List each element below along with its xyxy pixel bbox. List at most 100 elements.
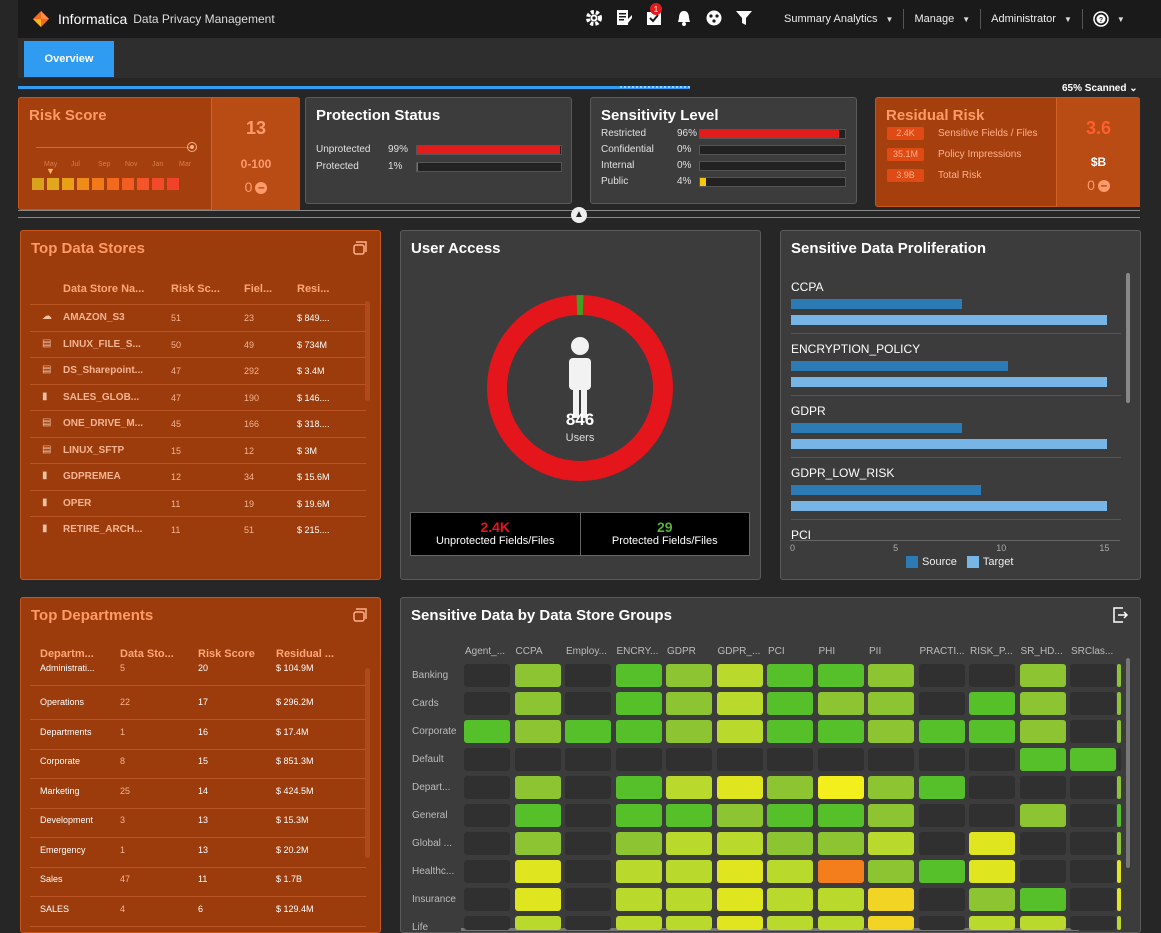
column-header[interactable]: Resi... <box>297 283 329 295</box>
heatmap-cell[interactable] <box>464 748 510 771</box>
heatmap-cell[interactable] <box>969 720 1015 743</box>
heatmap-cell[interactable] <box>565 692 611 715</box>
sensitivity-bar[interactable] <box>699 145 846 155</box>
heatmap-cell[interactable] <box>868 776 914 799</box>
heatmap-cell[interactable] <box>1070 720 1116 743</box>
department-name[interactable]: SALES <box>40 904 69 914</box>
heatmap-cell[interactable] <box>464 804 510 827</box>
heatmap-cell[interactable] <box>868 888 914 911</box>
heatmap-cell[interactable] <box>716 720 763 743</box>
heatmap-row-label[interactable]: Life <box>412 922 428 933</box>
heatmap-cell[interactable] <box>969 832 1015 855</box>
heatmap-cell[interactable] <box>565 804 611 827</box>
heatmap-cell[interactable] <box>918 860 965 883</box>
data-store-name[interactable]: OPER <box>63 498 91 509</box>
heatmap-column-label[interactable]: CCPA <box>516 646 543 657</box>
heatmap-row-label[interactable]: Global ... <box>412 838 452 849</box>
heatmap-cell[interactable] <box>464 720 510 743</box>
heatmap-cell[interactable] <box>1070 860 1116 883</box>
heatmap-cell[interactable] <box>565 664 611 687</box>
risk-history-square[interactable] <box>122 178 134 190</box>
department-name[interactable]: Departments <box>40 727 92 737</box>
heatmap-cell[interactable] <box>1070 776 1116 799</box>
risk-history-square[interactable] <box>167 178 179 190</box>
heatmap-cell[interactable] <box>666 776 712 799</box>
heatmap-cell[interactable] <box>868 804 914 827</box>
heatmap-cell[interactable] <box>969 916 1015 930</box>
heatmap-cell[interactable] <box>514 804 561 827</box>
source-bar[interactable] <box>791 485 981 495</box>
data-store-name[interactable]: AMAZON_S3 <box>63 312 125 323</box>
help-menu[interactable]: ? ▼ <box>1083 11 1135 27</box>
heatmap-cell[interactable] <box>767 888 813 911</box>
heatmap-column-label[interactable]: PRACTI... <box>920 646 965 657</box>
heatmap-cell[interactable] <box>716 692 763 715</box>
heatmap-cell[interactable] <box>666 748 712 771</box>
heatmap-column-label[interactable]: RISK_P... <box>970 646 1013 657</box>
heatmap-cell[interactable] <box>565 748 611 771</box>
heatmap-cell[interactable] <box>666 888 712 911</box>
heatmap-cell[interactable] <box>1070 888 1116 911</box>
heatmap-cell[interactable] <box>918 916 965 930</box>
heatmap-cell[interactable] <box>666 720 712 743</box>
stores-scrollbar[interactable] <box>365 301 370 401</box>
heatmap-cell[interactable] <box>716 860 763 883</box>
risk-history-square[interactable] <box>32 178 44 190</box>
heatmap-cell[interactable] <box>1019 692 1066 715</box>
export-icon[interactable] <box>1112 607 1128 623</box>
heatmap-cell[interactable] <box>868 832 914 855</box>
administrator-menu[interactable]: Administrator ▼ <box>981 13 1082 25</box>
heatmap-cell[interactable] <box>716 804 763 827</box>
heatmap-cell[interactable] <box>817 720 864 743</box>
heatmap-cell[interactable] <box>464 692 510 715</box>
heatmap-cell[interactable] <box>969 776 1015 799</box>
column-header[interactable]: Risk Score <box>198 648 255 660</box>
heatmap-cell[interactable] <box>767 664 813 687</box>
heatmap-column-label[interactable]: SR_HD... <box>1021 646 1063 657</box>
tab-overview[interactable]: Overview <box>24 41 114 77</box>
heatmap-cell[interactable] <box>918 664 965 687</box>
data-store-name[interactable]: GDPREMEA <box>63 471 121 482</box>
risk-history-square[interactable] <box>77 178 89 190</box>
data-store-name[interactable]: LINUX_SFTP <box>63 445 124 456</box>
column-header[interactable]: Fiel... <box>244 283 272 295</box>
risk-history-square[interactable] <box>107 178 119 190</box>
heatmap-cell[interactable] <box>767 804 813 827</box>
heatmap-cell[interactable] <box>565 888 611 911</box>
heatmap-cell[interactable] <box>817 888 864 911</box>
heatmap-cell[interactable] <box>1019 720 1066 743</box>
collapse-up-icon[interactable]: ▲ <box>571 207 587 223</box>
heatmap-cell[interactable] <box>565 860 611 883</box>
heatmap-cell[interactable] <box>1070 804 1116 827</box>
residual-risk-count[interactable]: 0– <box>1057 177 1140 193</box>
heatmap-row-label[interactable]: Depart... <box>412 782 450 793</box>
heatmap-cell[interactable] <box>918 720 965 743</box>
heatmap-cell[interactable] <box>868 748 914 771</box>
heatmap-cell[interactable] <box>716 888 763 911</box>
heatmap-cell[interactable] <box>868 916 914 930</box>
data-store-name[interactable]: RETIRE_ARCH... <box>63 524 142 535</box>
proliferation-scrollbar[interactable] <box>1126 273 1130 403</box>
heatmap-cell[interactable] <box>1019 664 1066 687</box>
heatmap-cell[interactable] <box>1019 916 1066 930</box>
heatmap-cell[interactable] <box>817 776 864 799</box>
heatmap-cell[interactable] <box>1019 888 1066 911</box>
column-header[interactable]: Residual ... <box>276 648 334 660</box>
heatmap-cell[interactable] <box>1019 748 1066 771</box>
heatmap-column-label[interactable]: PII <box>869 646 881 657</box>
heatmap-cell[interactable] <box>666 860 712 883</box>
heatmap-cell[interactable] <box>464 832 510 855</box>
heatmap-cell[interactable] <box>514 888 561 911</box>
heatmap-row-label[interactable]: Healthc... <box>412 866 454 877</box>
data-store-name[interactable]: DS_Sharepoint... <box>63 365 143 376</box>
heatmap-cell[interactable] <box>817 804 864 827</box>
timeline-end-handle[interactable] <box>187 142 197 152</box>
heatmap-cell[interactable] <box>918 776 965 799</box>
heatmap-column-label[interactable]: SRClas... <box>1071 646 1113 657</box>
risk-history-square[interactable] <box>92 178 104 190</box>
heatmap-cell[interactable] <box>615 776 662 799</box>
heatmap-column-label[interactable]: Agent_... <box>465 646 505 657</box>
heatmap-cell[interactable] <box>918 748 965 771</box>
heatmap-cell[interactable] <box>767 860 813 883</box>
heatmap-cell[interactable] <box>817 664 864 687</box>
